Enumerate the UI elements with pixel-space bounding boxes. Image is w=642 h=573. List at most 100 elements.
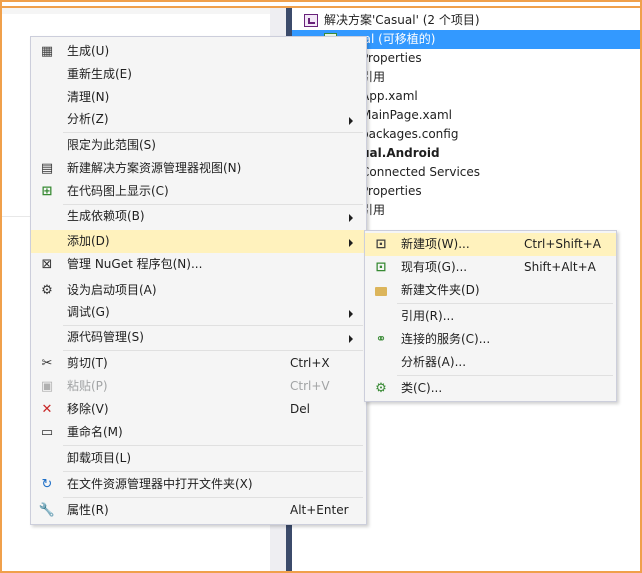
menu-item-analyze[interactable]: 分析(Z) [31, 108, 366, 131]
tree-item-label: App.xaml [361, 89, 418, 103]
new-view-icon: ▤ [40, 161, 54, 176]
submenu-arrow-icon [349, 335, 353, 343]
menu-item-cut[interactable]: ✂ 剪切(T) Ctrl+X [31, 352, 366, 375]
menu-item-label: 引用(R)... [401, 309, 455, 323]
menu-item-label: 连接的服务(C)... [401, 332, 491, 346]
menu-item-label: 属性(R) [67, 503, 109, 517]
menu-item-scope-to-this[interactable]: 限定为此范围(S) [31, 134, 366, 157]
menu-item-label: 生成(U) [67, 44, 110, 58]
rename-icon: ▭ [40, 425, 54, 440]
menu-item-label: 剪切(T) [67, 356, 108, 370]
tree-item-solution[interactable]: 解决方案'Casual' (2 个项目) [292, 11, 640, 30]
solution-icon [304, 14, 318, 27]
menu-item-show-on-code-map[interactable]: ⊞ 在代码图上显示(C) [31, 180, 366, 203]
class-icon: ⚙ [375, 381, 387, 396]
code-map-icon: ⊞ [41, 184, 53, 199]
menu-item-label: 现有项(G)... [401, 260, 468, 274]
menu-item-rename[interactable]: ▭ 重命名(M) [31, 421, 366, 444]
submenu-arrow-icon [349, 117, 353, 125]
refresh-icon: ↻ [41, 477, 53, 492]
paste-icon: ▣ [40, 379, 54, 394]
tree-item-label: Properties [361, 184, 422, 198]
menu-item-paste[interactable]: ▣ 粘贴(P) Ctrl+V [31, 375, 366, 398]
menu-item-label: 管理 NuGet 程序包(N)... [67, 257, 203, 271]
window-top-border [0, 6, 642, 8]
existing-item-icon: ⊡ [375, 260, 387, 275]
menu-item-shortcut: Ctrl+X [290, 356, 330, 370]
menu-item-add[interactable]: 添加(D) [31, 230, 366, 253]
menu-item-source-control[interactable]: 源代码管理(S) [31, 326, 366, 349]
tree-item-label: Properties [361, 51, 422, 65]
folder-icon [375, 287, 387, 296]
tree-item-label: 解决方案'Casual' (2 个项目) [324, 13, 480, 27]
menu-item-set-startup[interactable]: ⚙ 设为启动项目(A) [31, 279, 366, 302]
menu-item-label: 生成依赖项(B) [67, 209, 145, 223]
menu-item-label: 源代码管理(S) [67, 330, 144, 344]
menu-item-unload-project[interactable]: 卸载项目(L) [31, 447, 366, 470]
menu-item-label: 新建文件夹(D) [401, 283, 480, 297]
menu-item-label: 调试(G) [67, 305, 110, 319]
menu-item-label: 移除(V) [67, 402, 109, 416]
tree-item-label: Connected Services [361, 165, 481, 179]
tree-item-label: ual.Android [361, 146, 440, 160]
menu-item-label: 分析(Z) [67, 112, 109, 126]
connected-service-icon: ⚭ [375, 332, 387, 347]
tree-item-label: MainPage.xaml [361, 108, 452, 122]
submenu-item-connected-service[interactable]: ⚭ 连接的服务(C)... [365, 328, 616, 351]
menu-separator [63, 350, 363, 351]
menu-item-remove[interactable]: ✕ 移除(V) Del [31, 398, 366, 421]
menu-separator [63, 471, 363, 472]
menu-item-manage-nuget[interactable]: ⊠ 管理 NuGet 程序包(N)... [31, 253, 366, 276]
tree-item-label: ual (可移植的) [356, 32, 436, 46]
new-item-icon: ⊡ [375, 237, 387, 252]
menu-item-label: 粘贴(P) [67, 379, 108, 393]
submenu-item-reference[interactable]: 引用(R)... [365, 305, 616, 328]
wrench-icon: 🔧 [38, 503, 56, 518]
submenu-item-new-folder[interactable]: 新建文件夹(D) [365, 279, 616, 302]
menu-separator [63, 132, 363, 133]
submenu-item-existing-item[interactable]: ⊡ 现有项(G)... Shift+Alt+A [365, 256, 616, 279]
menu-item-label: 在代码图上显示(C) [67, 184, 169, 198]
menu-item-label: 重新生成(E) [67, 67, 132, 81]
menu-separator [63, 445, 363, 446]
menu-item-debug[interactable]: 调试(G) [31, 301, 366, 324]
build-icon: ▦ [40, 44, 54, 59]
menu-separator [397, 375, 613, 376]
menu-item-label: 限定为此范围(S) [67, 138, 156, 152]
menu-item-label: 添加(D) [67, 234, 110, 248]
menu-item-build[interactable]: ▦ 生成(U) [31, 40, 366, 63]
menu-item-label: 在文件资源管理器中打开文件夹(X) [67, 477, 253, 491]
tree-item-label: packages.config [361, 127, 459, 141]
submenu-arrow-icon [349, 239, 353, 247]
menu-item-clean[interactable]: 清理(N) [31, 86, 366, 109]
menu-item-label: 清理(N) [67, 90, 110, 104]
menu-separator [397, 303, 613, 304]
menu-item-label: 重命名(M) [67, 425, 123, 439]
remove-icon: ✕ [41, 402, 53, 417]
submenu-arrow-icon [349, 310, 353, 318]
menu-item-new-explorer-view[interactable]: ▤ 新建解决方案资源管理器视图(N) [31, 157, 366, 180]
gear-icon: ⚙ [41, 283, 53, 298]
add-submenu: ⊡ 新建项(W)... Ctrl+Shift+A ⊡ 现有项(G)... Shi… [364, 230, 617, 402]
submenu-item-class[interactable]: ⚙ 类(C)... [365, 377, 616, 400]
menu-separator [63, 497, 363, 498]
menu-item-label: 新建解决方案资源管理器视图(N) [67, 161, 242, 175]
menu-item-label: 新建项(W)... [401, 237, 470, 251]
menu-item-open-in-explorer[interactable]: ↻ 在文件资源管理器中打开文件夹(X) [31, 473, 366, 496]
menu-item-label: 类(C)... [401, 381, 443, 395]
menu-item-label: 分析器(A)... [401, 355, 467, 369]
context-menu: ▦ 生成(U) 重新生成(E) 清理(N) 分析(Z) 限定为此范围(S) ▤ … [30, 36, 367, 525]
scissors-icon: ✂ [41, 356, 53, 371]
menu-item-shortcut: Alt+Enter [290, 503, 349, 517]
menu-item-shortcut: Ctrl+V [290, 379, 330, 393]
submenu-item-new-item[interactable]: ⊡ 新建项(W)... Ctrl+Shift+A [365, 233, 616, 256]
menu-item-rebuild[interactable]: 重新生成(E) [31, 63, 366, 86]
submenu-item-analyzer[interactable]: 分析器(A)... [365, 351, 616, 374]
menu-item-build-dependencies[interactable]: 生成依赖项(B) [31, 205, 366, 228]
nuget-icon: ⊠ [41, 257, 53, 272]
menu-item-shortcut: Shift+Alt+A [524, 260, 596, 274]
menu-item-properties[interactable]: 🔧 属性(R) Alt+Enter [31, 499, 366, 522]
menu-item-label: 设为启动项目(A) [67, 283, 157, 297]
menu-item-shortcut: Ctrl+Shift+A [524, 237, 601, 251]
submenu-arrow-icon [349, 214, 353, 222]
